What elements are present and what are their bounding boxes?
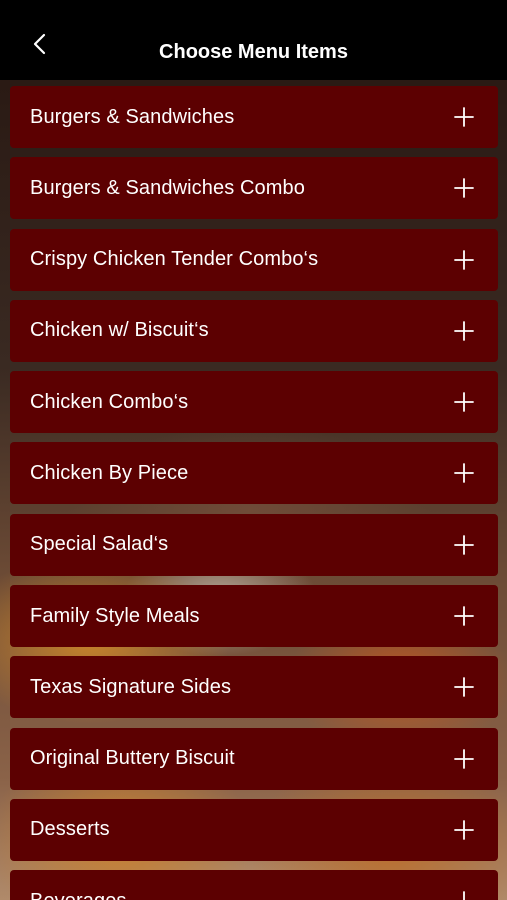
plus-icon[interactable] — [454, 606, 474, 626]
menu-item-burgers-sandwiches[interactable]: Burgers & Sandwiches — [10, 86, 498, 148]
plus-icon[interactable] — [454, 320, 474, 341]
nav-header: Choose Menu Items — [0, 0, 507, 80]
menu-item-label: Family Style Meals — [30, 604, 200, 627]
menu-item-original-buttery-biscuit[interactable]: Original Buttery Biscuit — [10, 727, 498, 790]
plus-icon[interactable] — [454, 820, 474, 840]
plus-icon[interactable] — [454, 107, 474, 127]
menu-item-label: Original Buttery Biscuit — [30, 747, 235, 770]
menu-item-label: Chicken By Piece — [30, 461, 189, 484]
menu-item-label: Crispy Chicken Tender Combo‘s — [30, 248, 319, 271]
plus-icon[interactable] — [454, 178, 474, 199]
menu-item-label: Chicken w/ Biscuit‘s — [30, 319, 209, 342]
menu-item-chicken-combos[interactable]: Chicken Combo‘s — [10, 371, 498, 434]
menu-item-label: Texas Signature Sides — [30, 675, 232, 698]
menu-item-burgers-sandwiches-combo[interactable]: Burgers & Sandwiches Combo — [10, 157, 498, 220]
menu-item-label: Burgers & Sandwiches Combo — [30, 176, 305, 199]
menu-item-chicken-by-piece[interactable]: Chicken By Piece — [10, 442, 498, 505]
plus-icon[interactable] — [454, 677, 474, 698]
menu-item-label: Special Salad‘s — [30, 533, 169, 556]
plus-icon[interactable] — [454, 748, 474, 769]
menu-item-crispy-chicken-tender-combos[interactable]: Crispy Chicken Tender Combo‘s — [10, 228, 498, 291]
menu-item-label: Chicken Combo‘s — [30, 390, 189, 413]
plus-icon[interactable] — [454, 249, 474, 270]
menu-item-desserts[interactable]: Desserts — [10, 798, 498, 861]
page-title: Choose Menu Items — [159, 41, 348, 63]
menu-item-chicken-w-biscuits[interactable]: Chicken w/ Biscuit‘s — [10, 299, 498, 362]
plus-icon[interactable] — [454, 534, 474, 555]
plus-icon[interactable] — [454, 392, 474, 413]
menu-item-texas-signature-sides[interactable]: Texas Signature Sides — [10, 656, 498, 719]
menu-item-label: Burgers & Sandwiches — [30, 105, 235, 128]
menu-item-label: Desserts — [30, 818, 110, 841]
plus-icon[interactable] — [454, 891, 474, 900]
menu-category-list: Burgers & Sandwiches Burgers & Sandwiche… — [10, 86, 498, 900]
menu-item-beverages[interactable]: Beverages — [10, 870, 498, 900]
plus-icon[interactable] — [454, 463, 474, 484]
menu-item-label: Beverages — [30, 890, 127, 900]
menu-item-family-style-meals[interactable]: Family Style Meals — [10, 585, 498, 648]
menu-item-special-salads[interactable]: Special Salad‘s — [10, 513, 498, 576]
